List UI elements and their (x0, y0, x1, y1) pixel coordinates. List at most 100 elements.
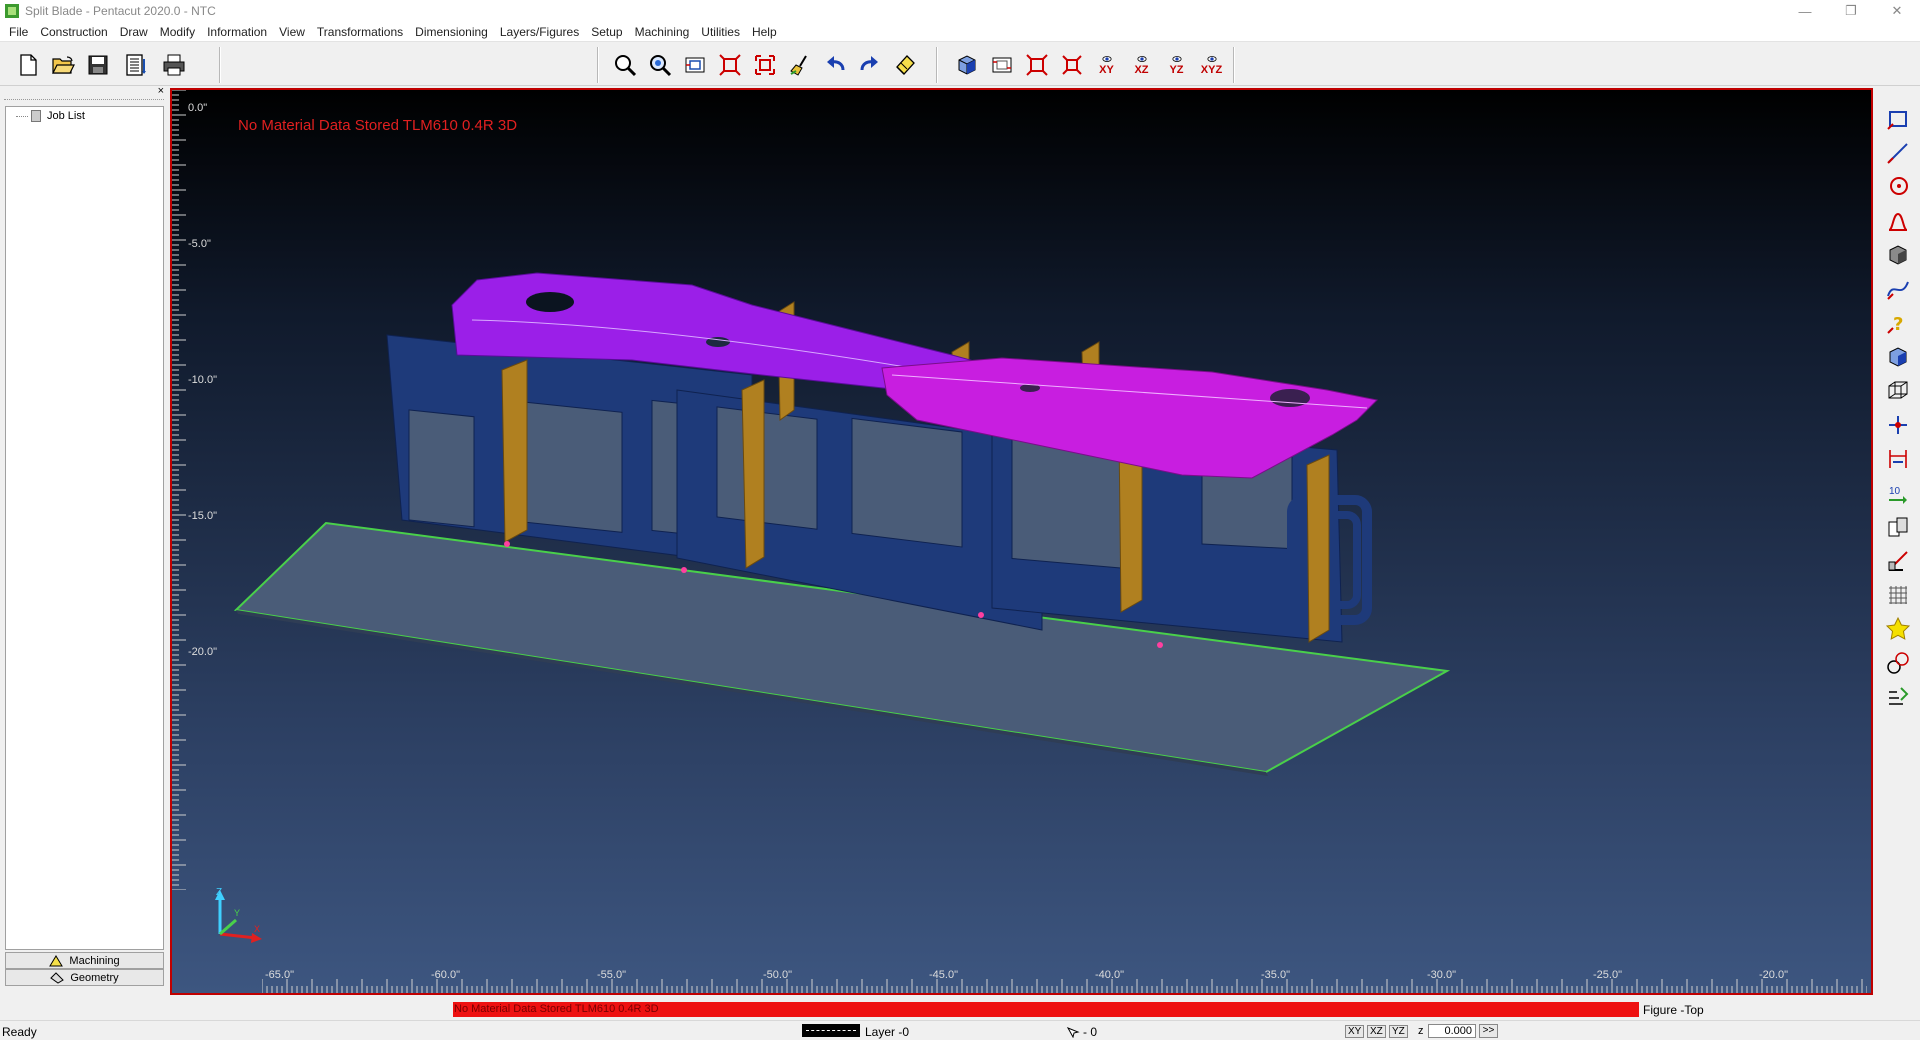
new-file-button[interactable] (11, 49, 44, 82)
x-tick-label: -20.0" (1759, 969, 1788, 981)
x-tick-label: -50.0" (763, 969, 792, 981)
dimension-button[interactable] (1882, 443, 1914, 475)
x-tick-label: -45.0" (929, 969, 958, 981)
construct-solid-button[interactable] (1882, 239, 1914, 271)
viewport-message: No Material Data Stored TLM610 0.4R 3D (238, 117, 518, 134)
z-depth-field[interactable]: 0.000 (1428, 1024, 1476, 1038)
menu-draw[interactable]: Draw (114, 25, 154, 39)
line-style-selector[interactable] (802, 1024, 860, 1037)
menu-view[interactable]: View (273, 25, 311, 39)
view-fit-button[interactable] (1020, 49, 1053, 82)
undo-button[interactable] (818, 49, 851, 82)
layer-copy-button[interactable] (1882, 511, 1914, 543)
trim-button[interactable] (1882, 545, 1914, 577)
minimize-button[interactable]: — (1782, 0, 1828, 22)
output-button[interactable] (1882, 681, 1914, 713)
svg-text:10: 10 (1889, 486, 1901, 497)
toolbar-separator (936, 47, 938, 83)
line-icon (1887, 143, 1908, 164)
view-rotate-button[interactable] (985, 49, 1018, 82)
status-view-xy[interactable]: XY (1345, 1025, 1365, 1038)
shaded-solid-button[interactable] (1882, 341, 1914, 373)
menu-modify[interactable]: Modify (154, 25, 201, 39)
open-file-button[interactable] (46, 49, 79, 82)
close-button[interactable]: ✕ (1874, 0, 1920, 22)
menu-transformations[interactable]: Transformations (311, 25, 409, 39)
more-button[interactable]: >> (1479, 1024, 1498, 1038)
view-yz-button[interactable]: YZ (1160, 49, 1193, 82)
tree-item-job-list[interactable]: Job List (6, 107, 163, 125)
star-icon (1885, 616, 1911, 640)
restore-button[interactable]: ❐ (1828, 0, 1874, 22)
panel-grip[interactable]: × (4, 85, 164, 100)
app-icon (5, 4, 19, 18)
menu-help[interactable]: Help (746, 25, 783, 39)
cube-icon (958, 55, 975, 75)
grid-button[interactable] (1882, 579, 1914, 611)
zoom-window-button[interactable] (643, 49, 676, 82)
job-tree[interactable]: Job List (5, 106, 164, 950)
construct-spline-button[interactable] (1882, 273, 1914, 305)
menu-file[interactable]: File (3, 25, 34, 39)
zoom-button[interactable] (608, 49, 641, 82)
zoom-fit-button[interactable] (713, 49, 746, 82)
construct-curve-button[interactable] (1882, 205, 1914, 237)
view-xyz-button[interactable]: XYZ (1195, 49, 1228, 82)
status-view-yz[interactable]: YZ (1389, 1025, 1408, 1038)
y-tick-label: -20.0" (188, 646, 217, 658)
material-warning: No Material Data Stored TLM610 0.4R 3D (453, 1002, 1639, 1017)
curve-icon (1888, 212, 1908, 231)
view-xz-button[interactable]: XZ (1125, 49, 1158, 82)
construct-circle-button[interactable] (1882, 171, 1914, 203)
print-button[interactable] (157, 49, 190, 82)
eye-icon (1136, 56, 1147, 62)
query-button[interactable]: ? (1882, 307, 1914, 339)
zoom-fit-icon (718, 54, 741, 76)
zoom-previous-button[interactable] (678, 49, 711, 82)
view-extents-icon (1061, 55, 1082, 75)
main-toolbar: XY XZ YZ XYZ (0, 43, 1920, 86)
layer-indicator[interactable]: Layer -0 (865, 1025, 909, 1039)
status-view-xz[interactable]: XZ (1367, 1025, 1386, 1038)
construct-rectangle-button[interactable] (1882, 103, 1914, 135)
save-button[interactable] (81, 49, 114, 82)
view-xy-button[interactable]: XY (1090, 49, 1123, 82)
menu-construction[interactable]: Construction (34, 25, 113, 39)
panel-close-button[interactable]: × (158, 85, 164, 97)
magnifier-icon (614, 55, 636, 77)
tab-machining[interactable]: Machining (5, 952, 164, 969)
zoom-window-icon (649, 55, 671, 77)
pick-indicator[interactable]: - 0 (1066, 1025, 1097, 1039)
menu-information[interactable]: Information (201, 25, 273, 39)
shaded-view-button[interactable] (950, 49, 983, 82)
copy-pages-icon (1888, 517, 1908, 537)
wireframe-solid-button[interactable] (1882, 375, 1914, 407)
point-button[interactable] (1882, 409, 1914, 441)
construct-line-button[interactable] (1882, 137, 1914, 169)
graphics-viewport[interactable]: No Material Data Stored TLM610 0.4R 3D 0… (170, 88, 1873, 995)
output-icon (1889, 687, 1909, 705)
view-extents-button[interactable] (1055, 49, 1088, 82)
toolbar-separator (597, 47, 599, 83)
blade-hole (1270, 389, 1310, 407)
clean-screen-button[interactable] (783, 49, 816, 82)
toolbar-separator (219, 47, 221, 83)
anchor-point (504, 541, 510, 547)
redo-button[interactable] (853, 49, 886, 82)
menu-utilities[interactable]: Utilities (695, 25, 746, 39)
number-button[interactable]: 10 (1882, 477, 1914, 509)
x-tick-label: -25.0" (1593, 969, 1622, 981)
menu-setup[interactable]: Setup (585, 25, 628, 39)
erase-button[interactable] (888, 49, 921, 82)
anchor-point (1157, 642, 1163, 648)
menu-layers-figures[interactable]: Layers/Figures (494, 25, 585, 39)
y-tick-label: -15.0" (188, 510, 217, 522)
menu-dimensioning[interactable]: Dimensioning (409, 25, 494, 39)
report-button[interactable] (119, 49, 152, 82)
tab-geometry[interactable]: Geometry (5, 969, 164, 986)
transform-button[interactable] (1882, 647, 1914, 679)
menu-machining[interactable]: Machining (629, 25, 696, 39)
blade-hole (526, 292, 574, 312)
favorite-button[interactable] (1882, 613, 1914, 645)
zoom-extents-button[interactable] (748, 49, 781, 82)
